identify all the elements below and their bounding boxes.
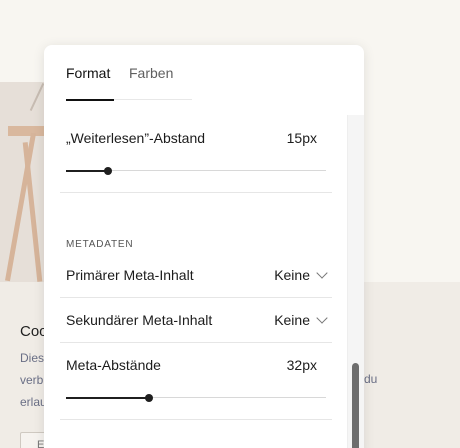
secondary-meta-select[interactable]: Keine [274,310,328,330]
divider [60,419,332,420]
slider-thumb[interactable] [104,167,112,175]
slider-fill [66,170,108,172]
primary-meta-label: Primärer Meta-Inhalt [66,267,194,283]
primary-meta-select[interactable]: Keine [274,265,328,285]
read-more-spacing-slider[interactable] [66,165,326,177]
read-more-spacing-value: 15px [286,130,317,146]
slider-thumb[interactable] [145,394,153,402]
divider [60,297,332,298]
chevron-down-icon [316,311,328,324]
metadata-heading: METADATEN [66,239,134,250]
panel-tabs: Format Farben [66,65,192,101]
panel-scrollbar[interactable] [347,115,364,448]
primary-meta-value: Keine [274,267,310,283]
slider-fill [66,397,149,399]
style-panel: Format Farben „Weiterlesen”-Abstand 15px… [44,45,364,448]
background-card-text: du [364,372,378,386]
divider [60,342,332,343]
meta-spacing-label: Meta-Abstände [66,357,161,373]
secondary-meta-label: Sekundärer Meta-Inhalt [66,312,213,328]
photo-table-top [8,126,44,136]
tab-farben[interactable]: Farben [129,65,173,100]
meta-spacing-slider[interactable] [66,392,326,404]
tab-format[interactable]: Format [66,65,114,101]
secondary-meta-value: Keine [274,312,310,328]
chevron-down-icon [316,266,328,279]
meta-spacing-value: 32px [286,357,317,373]
background-card-line: erlau [20,395,47,409]
background-photo [0,82,44,282]
panel-content: „Weiterlesen”-Abstand 15px METADATEN Pri… [44,115,364,448]
read-more-spacing-label: „Weiterlesen”-Abstand [66,130,206,146]
background-card-line: Dies [20,351,45,365]
divider [60,192,332,193]
background-card-line: verb [20,373,44,387]
scrollbar-thumb[interactable] [352,363,359,448]
